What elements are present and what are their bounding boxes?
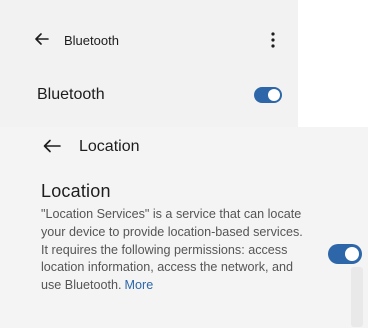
toggle-knob: [268, 89, 280, 101]
location-description-text: "Location Services" is a service that ca…: [41, 207, 303, 293]
bluetooth-row-label: Bluetooth: [37, 86, 105, 103]
bluetooth-toggle[interactable]: [254, 87, 282, 103]
more-options-icon[interactable]: [270, 30, 276, 50]
back-arrow-icon[interactable]: [35, 32, 49, 46]
bluetooth-header: Bluetooth: [0, 0, 298, 72]
location-description: "Location Services" is a service that ca…: [41, 206, 303, 295]
location-toggle[interactable]: [328, 244, 362, 264]
more-link[interactable]: More: [125, 278, 154, 292]
page-title: Bluetooth: [64, 33, 119, 48]
location-panel: Location Location "Location Services" is…: [0, 127, 368, 328]
scroll-track: [351, 267, 363, 327]
toggle-knob: [345, 247, 359, 261]
back-arrow-icon[interactable]: [43, 138, 61, 154]
location-heading: Location: [41, 181, 111, 201]
page-title: Location: [79, 138, 140, 155]
